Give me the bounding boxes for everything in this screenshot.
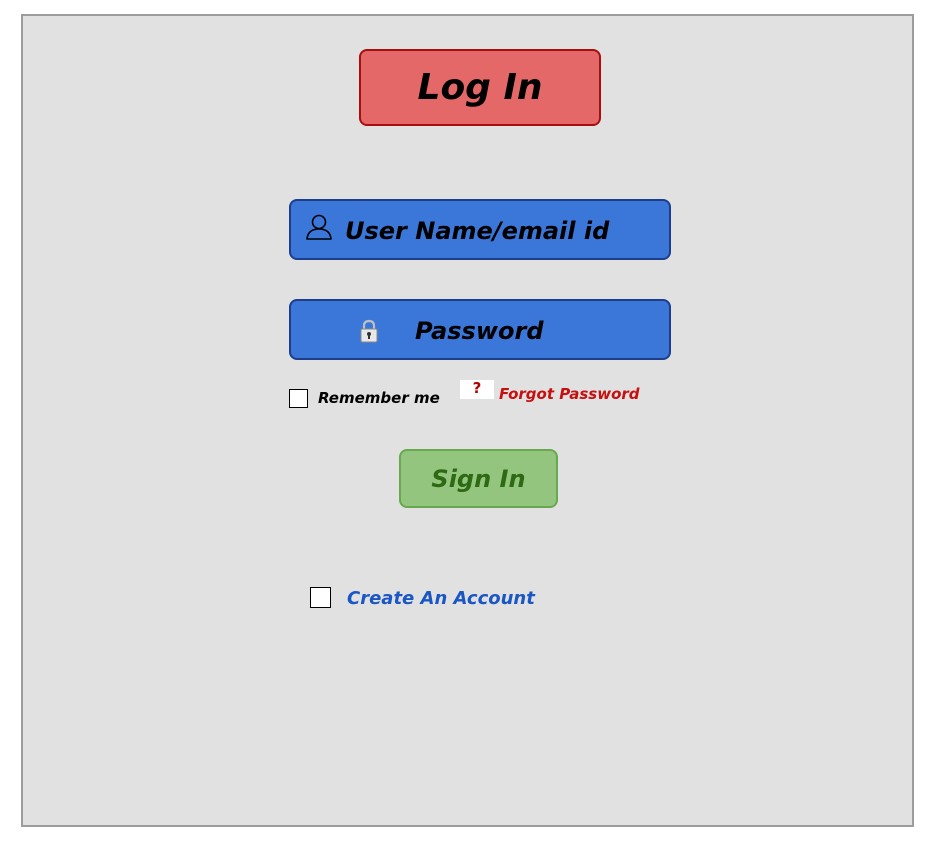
sign-in-button[interactable]: Sign In [399, 449, 558, 508]
create-account-link[interactable]: Create An Account [347, 588, 535, 609]
create-account-checkbox[interactable] [310, 587, 331, 608]
help-icon: ? [460, 380, 494, 399]
remember-me-checkbox[interactable] [289, 389, 308, 408]
username-label: User Name/email id [345, 217, 610, 245]
question-mark-glyph: ? [472, 379, 482, 397]
username-field[interactable]: User Name/email id [289, 199, 671, 260]
forgot-password-link[interactable]: Forgot Password [499, 385, 640, 403]
user-icon [305, 213, 333, 245]
page-title: Log In [359, 49, 601, 126]
password-label: Password [415, 317, 544, 345]
lock-icon [359, 319, 379, 347]
login-panel [21, 14, 914, 827]
remember-me-label: Remember me [318, 389, 440, 407]
password-field[interactable]: Password [289, 299, 671, 360]
